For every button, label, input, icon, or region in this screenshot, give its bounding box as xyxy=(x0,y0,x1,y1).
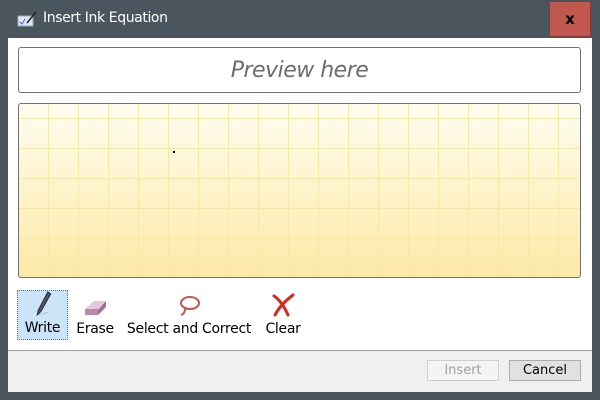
equation-preview: Preview here xyxy=(18,47,581,93)
erase-label: Erase xyxy=(76,321,114,337)
ink-equation-app-icon xyxy=(17,11,37,27)
erase-tool-button[interactable]: Erase xyxy=(74,290,116,340)
lasso-icon xyxy=(180,296,200,316)
write-label: Write xyxy=(24,320,61,336)
dialog-body: Preview here Write Erase Select and Corr… xyxy=(8,38,592,392)
window-title: Insert Ink Equation xyxy=(43,10,168,26)
select-and-correct-tool-button[interactable]: Select and Correct xyxy=(126,290,252,340)
ink-writing-area[interactable] xyxy=(18,103,581,278)
pen-icon xyxy=(36,291,51,316)
clear-label: Clear xyxy=(265,321,301,337)
write-tool-button[interactable]: Write xyxy=(17,290,68,340)
cancel-button[interactable]: Cancel xyxy=(509,360,581,381)
clear-tool-button[interactable]: Clear xyxy=(262,290,304,340)
close-button[interactable]: x xyxy=(549,1,591,37)
ink-stroke-dot xyxy=(173,151,175,153)
select-and-correct-label: Select and Correct xyxy=(126,321,252,337)
clear-x-icon xyxy=(272,293,295,317)
insert-button[interactable]: Insert xyxy=(427,360,499,381)
dialog-footer: Insert Cancel xyxy=(8,351,592,392)
eraser-icon xyxy=(85,301,106,315)
